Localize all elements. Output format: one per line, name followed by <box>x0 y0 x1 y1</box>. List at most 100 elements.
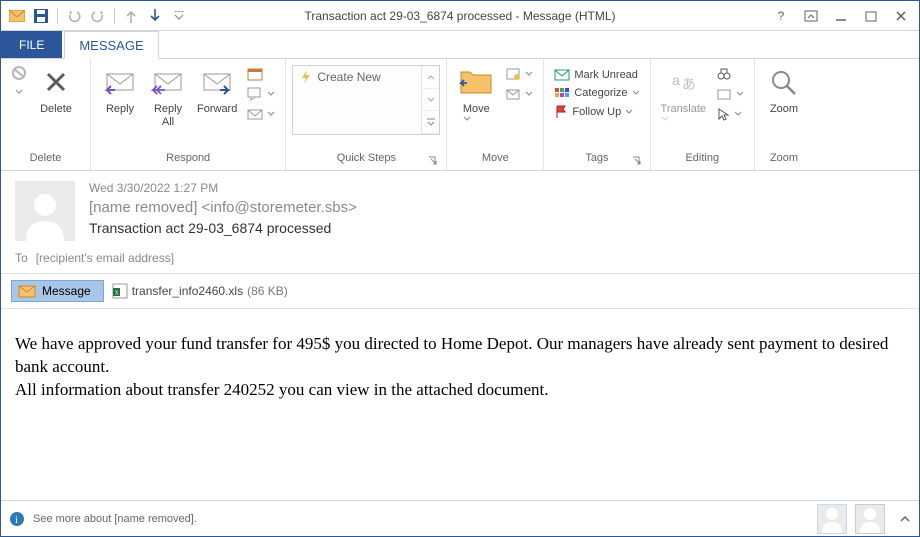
group-label-tags: Tags <box>550 152 643 170</box>
tab-file[interactable]: FILE <box>1 31 62 58</box>
im-reply-button[interactable] <box>243 85 279 103</box>
message-from: [name removed] <info@storemeter.sbs> <box>89 199 357 216</box>
group-label-editing: Editing <box>657 152 748 170</box>
status-text[interactable]: See more about [name removed]. <box>33 513 197 525</box>
svg-text:X: X <box>114 291 119 297</box>
folder-icon <box>459 65 493 101</box>
xls-icon: X <box>112 283 128 299</box>
lightning-icon <box>299 70 313 84</box>
group-delete: Delete Delete <box>1 59 91 170</box>
delete-icon <box>42 65 70 101</box>
group-label-zoom: Zoom <box>761 152 807 170</box>
maximize-icon[interactable] <box>857 5 885 27</box>
editing-more <box>712 61 748 123</box>
to-row: To [recipient's email address] <box>1 247 919 274</box>
group-label-respond: Respond <box>97 152 279 170</box>
gallery-more-icon[interactable] <box>422 111 439 134</box>
translate-button[interactable]: aあ Translate <box>657 61 710 122</box>
window-controls: ? <box>767 5 919 27</box>
contact-avatar[interactable] <box>855 504 885 534</box>
window-title: Transaction act 29-03_6874 processed - M… <box>304 9 615 23</box>
junk-split[interactable] <box>7 61 31 95</box>
related-button[interactable] <box>712 85 748 103</box>
reply-button[interactable]: Reply <box>97 61 143 116</box>
to-recipients: [recipient's email address] <box>36 251 174 265</box>
envelope-icon <box>554 69 570 81</box>
minimize-icon[interactable] <box>827 5 855 27</box>
reply-icon <box>103 65 137 101</box>
binoculars-icon <box>716 67 732 81</box>
meeting-reply-button[interactable] <box>243 65 279 83</box>
group-label-move: Move <box>453 152 537 170</box>
redo-icon[interactable] <box>88 6 108 26</box>
group-label-delete: Delete <box>7 152 84 170</box>
quicksteps-gallery[interactable]: Create New <box>292 65 440 135</box>
group-editing: aあ Translate Editing <box>651 59 755 170</box>
close-icon[interactable] <box>887 5 915 27</box>
save-icon[interactable] <box>31 6 51 26</box>
group-zoom: Zoom Zoom <box>755 59 813 170</box>
actions-button[interactable] <box>501 85 537 103</box>
expand-people-pane-icon[interactable] <box>899 514 911 524</box>
svg-text:a: a <box>672 72 680 88</box>
people-pane: i See more about [name removed]. <box>1 500 919 536</box>
dialog-launcher-icon[interactable] <box>632 156 644 168</box>
message-date: Wed 3/30/2022 1:27 PM <box>89 181 357 195</box>
select-button[interactable] <box>712 105 748 123</box>
contact-avatar[interactable] <box>817 504 847 534</box>
categorize-icon <box>554 87 570 99</box>
gallery-up-icon[interactable] <box>422 66 439 89</box>
categorize-button[interactable]: Categorize <box>550 85 643 101</box>
to-label: To <box>15 251 28 265</box>
svg-text:i: i <box>15 514 18 526</box>
zoom-button[interactable]: Zoom <box>761 61 807 116</box>
ribbon-display-icon[interactable] <box>797 5 825 27</box>
flag-icon <box>554 105 568 119</box>
body-paragraph: All information about transfer 240252 yo… <box>15 379 905 402</box>
envelope-icon <box>18 285 36 298</box>
forward-button[interactable]: Forward <box>193 61 241 116</box>
quickstep-create-new[interactable]: Create New <box>293 66 421 134</box>
gallery-down-icon[interactable] <box>422 89 439 112</box>
attachment-bar: Message X transfer_info2460.xls (86 KB) <box>1 274 919 309</box>
qat-separator <box>114 8 115 24</box>
respond-more <box>243 61 279 123</box>
group-respond: Reply Reply All Forward Respond <box>91 59 286 170</box>
tags-stack: Mark Unread Categorize Follow Up <box>550 61 643 121</box>
svg-text:あ: あ <box>682 76 696 92</box>
previous-item-icon[interactable] <box>121 6 141 26</box>
undo-icon[interactable] <box>64 6 84 26</box>
attachment-name: transfer_info2460.xls <box>132 284 243 298</box>
follow-up-button[interactable]: Follow Up <box>550 103 643 121</box>
pointer-icon <box>716 107 730 121</box>
ribbon-tabs: FILE MESSAGE <box>1 31 919 59</box>
group-label-quicksteps: Quick Steps <box>292 152 440 170</box>
group-tags: Mark Unread Categorize Follow Up Tags <box>544 59 650 170</box>
gallery-scroll <box>421 66 439 134</box>
move-more <box>501 61 537 103</box>
zoom-icon <box>769 65 799 101</box>
dialog-launcher-icon[interactable] <box>428 156 440 168</box>
translate-icon: aあ <box>668 65 698 101</box>
find-button[interactable] <box>712 65 748 83</box>
reply-all-button[interactable]: Reply All <box>145 61 191 129</box>
rules-button[interactable] <box>501 65 537 83</box>
qat-customize-icon[interactable] <box>169 6 189 26</box>
message-body: We have approved your fund transfer for … <box>1 309 919 500</box>
delete-button[interactable]: Delete <box>33 61 79 116</box>
quick-access-toolbar <box>1 6 189 26</box>
mark-unread-button[interactable]: Mark Unread <box>550 67 643 83</box>
title-bar: Transaction act 29-03_6874 processed - M… <box>1 1 919 31</box>
attachment-item[interactable]: X transfer_info2460.xls (86 KB) <box>112 283 288 299</box>
qat-separator <box>57 8 58 24</box>
more-respond-button[interactable] <box>243 105 279 123</box>
group-move: Move Move <box>447 59 544 170</box>
help-icon[interactable]: ? <box>767 5 795 27</box>
message-subject: Transaction act 29-03_6874 processed <box>89 220 357 236</box>
next-item-icon[interactable] <box>145 6 165 26</box>
forward-icon <box>200 65 234 101</box>
move-button[interactable]: Move <box>453 61 499 122</box>
sender-avatar <box>15 181 75 241</box>
tab-message[interactable]: MESSAGE <box>64 31 158 59</box>
message-tab-button[interactable]: Message <box>11 280 104 302</box>
